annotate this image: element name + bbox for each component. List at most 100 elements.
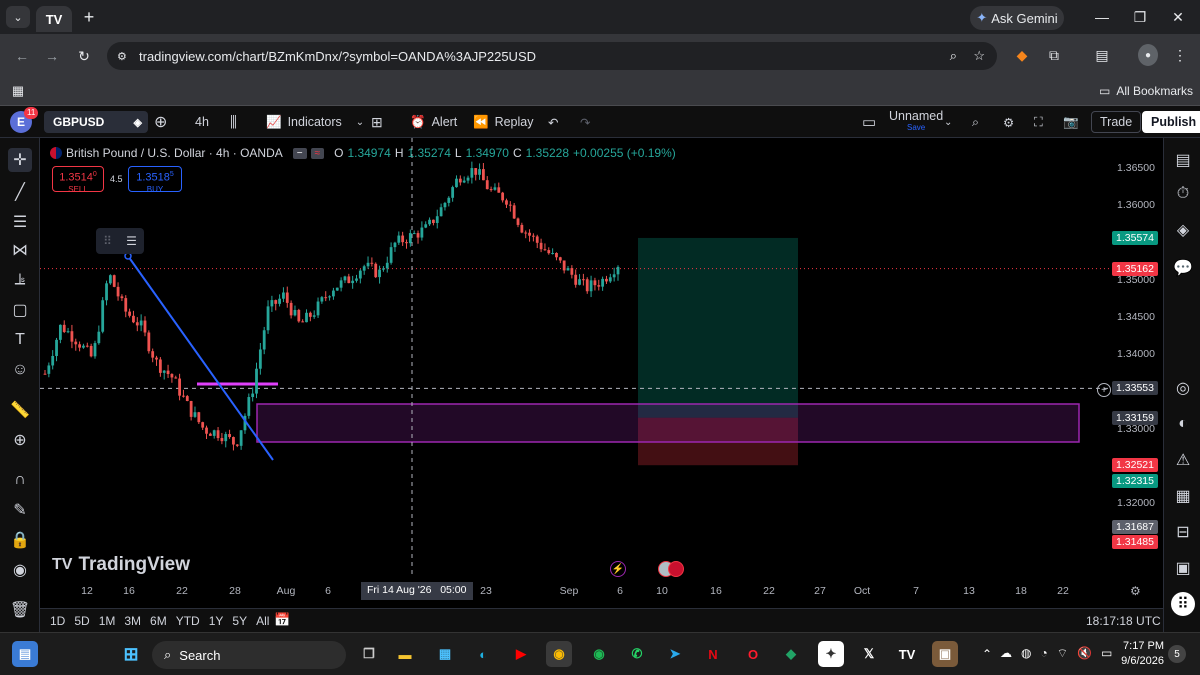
app-thumbnail-icon[interactable]: ▣ [932,641,958,667]
alerts-clock-icon[interactable]: ⏱ [1171,182,1195,206]
zoom-in-icon[interactable]: ⊕ [8,428,32,452]
symbol-details-icon[interactable]: ◈ [134,116,142,129]
alert-button[interactable]: ⏰ Alert [410,106,457,138]
chrome-icon[interactable]: ◉ [546,641,572,667]
site-info-icon[interactable]: ⚙ [117,50,127,63]
chat-icon[interactable]: 💬 [1171,256,1195,280]
start-windows-icon[interactable]: ⊞ [118,641,144,667]
lightning-event-icon[interactable]: ⚡ [610,561,626,577]
target-icon[interactable]: ◎ [1171,376,1195,400]
zoom-icon[interactable]: ⌕ [950,48,957,64]
widgets-icon[interactable]: ▤ [12,641,38,667]
magnet-icon[interactable]: ∩ [8,468,32,492]
interval-selector[interactable]: 4h [195,106,209,138]
telegram-icon[interactable]: ➤ [662,641,688,667]
price-chart[interactable] [40,138,1163,608]
reload-icon[interactable]: ↻ [72,44,96,68]
excel-game-icon[interactable]: ◆ [778,641,804,667]
close-window-button[interactable]: ✕ [1166,6,1190,28]
taskbar-search[interactable]: ⌕ Search [152,641,346,669]
triangle-alert-icon[interactable]: ⚠ [1171,448,1195,472]
quick-search-icon[interactable]: ⌕ [972,106,979,138]
edge-icon[interactable]: ◐ [470,641,496,667]
economic-event-flags-icon[interactable] [658,561,690,577]
time-axis-settings-icon[interactable]: ⚙ [1130,584,1141,598]
netflix-icon[interactable]: N [700,641,726,667]
more-dots-icon[interactable]: ⠿ [1171,592,1195,616]
candles-chart-type-icon[interactable]: ⫼ [230,106,237,138]
legend-wave-icon[interactable]: ≈ [310,147,325,159]
watchlist-icon[interactable]: ▤ [1171,148,1195,172]
tradingview-app-icon[interactable]: TV [894,641,920,667]
add-alert-plus-icon[interactable]: + [1097,383,1111,397]
pattern-tool-icon[interactable]: ⋈ [8,238,32,262]
new-tab-button[interactable]: + [78,6,100,28]
templates-grid-icon[interactable]: ⊞ [371,106,383,138]
floating-drawing-toolbar[interactable]: ⠿ ☰ [96,228,144,254]
apps-grid-icon[interactable]: ▦ [8,81,28,101]
trend-line-icon[interactable]: ╱ [8,180,32,204]
reading-list-icon[interactable]: ▤ [1092,44,1112,66]
text-tool-icon[interactable]: T [8,328,32,352]
symbol-search[interactable]: GBPUSD ◈ [44,106,148,138]
notification-center-badge[interactable]: 5 [1168,645,1186,663]
range-button-1y[interactable]: 1Y [209,614,224,628]
back-icon[interactable]: ← [10,44,34,68]
crosshair-cursor-icon[interactable]: ✛ [8,148,32,172]
hide-drawings-eye-icon[interactable]: ◉ [8,558,32,582]
range-button-5d[interactable]: 5D [74,614,89,628]
news-icon[interactable]: ▣ [1171,556,1195,580]
ask-gemini-button[interactable]: ✦ Ask Gemini [970,6,1064,30]
browser-menu-icon[interactable]: ⋮ [1172,44,1188,66]
fib-retracement-icon[interactable]: ☰ [8,210,32,234]
icons-emoji-icon[interactable]: ☺ [8,358,32,382]
range-button-5y[interactable]: 5Y [232,614,247,628]
utc-clock[interactable]: 18:17:18 UTC [1086,614,1161,628]
legend-toggle-icon[interactable]: − [292,147,307,159]
compare-add-icon[interactable]: ⊕ [154,106,167,138]
tab-search-button[interactable]: ⌄ [6,6,30,28]
spotify-icon[interactable]: ◉ [586,641,612,667]
geometric-shapes-icon[interactable]: ▢ [8,298,32,322]
fullscreen-icon[interactable]: ⛶ [1034,106,1043,138]
extension-fox-icon[interactable]: ◆ [1012,44,1032,66]
layout-menu-chevron-icon[interactable]: ⌄ [944,106,952,138]
whatsapp-icon[interactable]: ✆ [624,641,650,667]
minimize-button[interactable]: — [1090,6,1114,28]
forward-icon[interactable]: → [40,44,64,68]
calendar-icon[interactable]: ▦ [1171,484,1195,508]
range-button-3m[interactable]: 3M [124,614,141,628]
data-window-layers-icon[interactable]: ◈ [1171,218,1195,242]
range-button-ytd[interactable]: YTD [176,614,200,628]
replay-button[interactable]: ⏪ Replay [473,106,534,138]
redo-icon[interactable]: ↷ [580,106,590,138]
go-to-date-icon[interactable]: 📅 [274,612,290,628]
layout-name-button[interactable]: Unnamed Save [889,106,943,138]
tray-icons[interactable]: ☁ ◍ ◔ ⌔ 🔇 ▭ [1000,646,1112,661]
trade-button[interactable]: Trade [1091,106,1142,138]
trash-icon[interactable]: 🗑 [8,598,32,622]
file-explorer-icon[interactable]: ▬ [392,641,418,667]
restore-button[interactable]: ❐ [1128,6,1152,28]
forecast-tool-icon[interactable]: ⫡ [8,268,32,292]
line-settings-icon[interactable]: ☰ [126,234,137,248]
range-button-all[interactable]: All [256,614,269,628]
user-menu[interactable]: E 11 [10,106,39,138]
youtube-icon[interactable]: ▶ [508,641,534,667]
x-twitter-icon[interactable]: 𝕏 [856,641,882,667]
task-view-icon[interactable]: ❐ [356,641,382,667]
snapshot-camera-icon[interactable]: 📷 [1063,106,1079,138]
undo-icon[interactable]: ↶ [548,106,558,138]
ruler-measure-icon[interactable]: 📏 [8,398,32,422]
notifications-icon[interactable]: ⊟ [1171,520,1195,544]
sell-button[interactable]: 1.35140 SELL [52,166,104,194]
taskbar-clock[interactable]: 7:17 PM 9/6/2026 [1118,639,1164,669]
ms-store-icon[interactable]: ▦ [432,641,458,667]
range-button-1d[interactable]: 1D [50,614,65,628]
tray-chevron-icon[interactable]: ⌃ [982,647,992,661]
range-button-6m[interactable]: 6M [150,614,167,628]
all-bookmarks-folder[interactable]: ▭ All Bookmarks [1098,81,1194,101]
drag-handle-icon[interactable]: ⠿ [103,234,112,248]
perplexity-icon[interactable]: ✦ [818,641,844,667]
ideas-icon[interactable]: ◐ [1171,412,1195,436]
